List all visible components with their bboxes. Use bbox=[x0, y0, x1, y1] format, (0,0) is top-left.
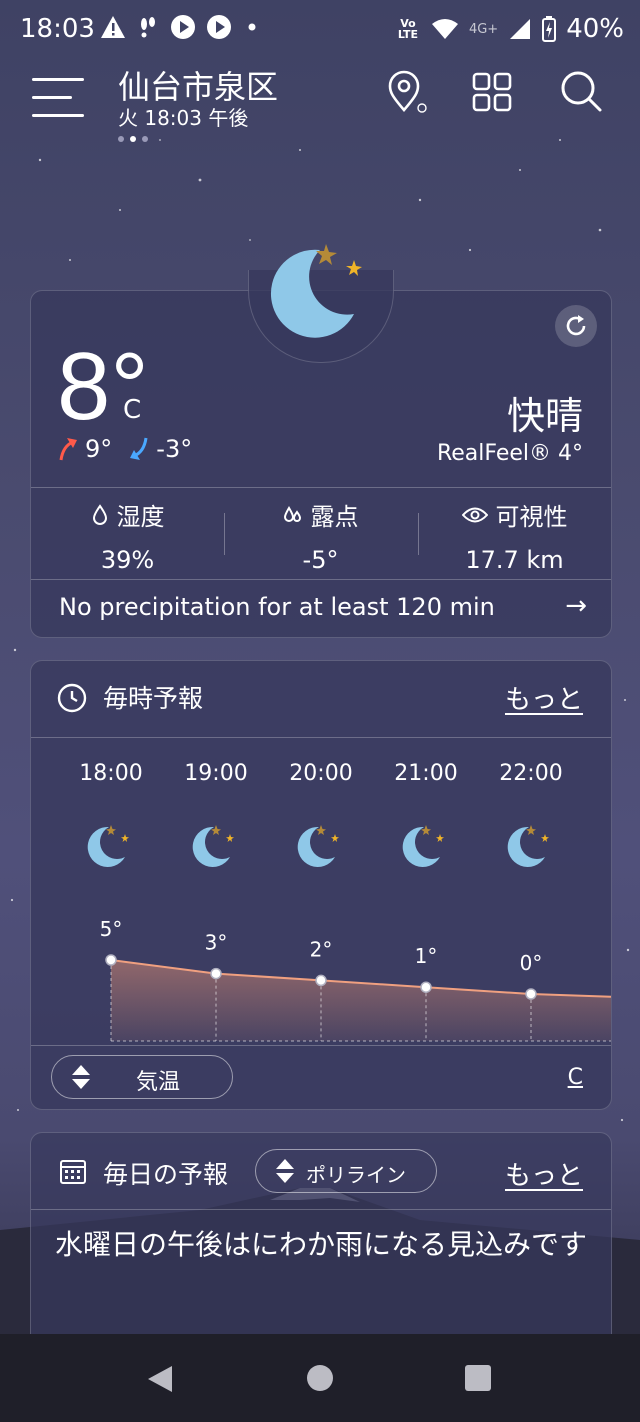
high-arrow-icon bbox=[59, 438, 77, 461]
chart-temp-label: 2° bbox=[310, 937, 333, 961]
status-bar: 18:03 Vo LTE 4G+ 40% bbox=[0, 0, 640, 60]
hamburger-menu-icon[interactable] bbox=[32, 78, 84, 118]
battery-percent: 40% bbox=[566, 14, 624, 44]
hour-time: 19:00 bbox=[184, 761, 248, 786]
back-icon[interactable] bbox=[146, 1364, 174, 1394]
divider bbox=[31, 737, 611, 738]
divider bbox=[31, 579, 611, 580]
dewpoint-value: -5° bbox=[302, 546, 339, 574]
humidity-label: 湿度 bbox=[116, 503, 165, 531]
droplet-icon bbox=[92, 503, 107, 525]
refresh-button[interactable] bbox=[555, 305, 597, 347]
warning-icon bbox=[101, 16, 125, 38]
chart-temp-label: 0° bbox=[520, 951, 543, 975]
recents-icon[interactable] bbox=[464, 1364, 492, 1392]
divider bbox=[31, 1209, 611, 1210]
chart-type-toggle[interactable]: 気温 bbox=[51, 1055, 233, 1099]
location-time: 火 18:03 午後 bbox=[118, 106, 249, 130]
humidity-value: 39% bbox=[100, 546, 155, 574]
clear-night-icon bbox=[402, 825, 444, 867]
daily-title: 毎日の予報 bbox=[103, 1160, 229, 1189]
system-icons: Vo LTE 4G+ 40% bbox=[395, 14, 624, 44]
wifi-icon bbox=[431, 19, 458, 39]
notification-icons bbox=[100, 14, 262, 40]
clear-night-icon bbox=[192, 825, 234, 867]
hour-time: 22:00 bbox=[499, 761, 563, 786]
location-pin-icon[interactable] bbox=[382, 68, 430, 116]
search-icon[interactable] bbox=[558, 68, 606, 116]
clear-night-icon bbox=[297, 825, 339, 867]
chart-point bbox=[525, 988, 537, 1000]
sort-updown-icon bbox=[72, 1065, 90, 1089]
system-nav-bar bbox=[0, 1334, 640, 1422]
precipitation-message[interactable]: No precipitation for at least 120 min bbox=[59, 593, 495, 621]
volte-label: Vo LTE bbox=[397, 17, 419, 41]
page-dot-active bbox=[130, 136, 136, 142]
refresh-icon bbox=[566, 315, 586, 336]
grid-view-icon[interactable] bbox=[468, 68, 516, 116]
page-dot bbox=[142, 136, 148, 142]
dewpoint-icon bbox=[283, 505, 301, 522]
calendar-icon bbox=[60, 1160, 86, 1184]
dewpoint-label: 露点 bbox=[310, 503, 359, 531]
clock-icon bbox=[57, 683, 87, 713]
divider bbox=[31, 487, 611, 488]
temperature-unit: C bbox=[123, 395, 142, 425]
unit-toggle[interactable]: C bbox=[568, 1065, 583, 1090]
status-time: 18:03 bbox=[20, 14, 95, 44]
daily-chart-toggle[interactable]: ポリライン bbox=[255, 1149, 437, 1193]
visibility-label: 可視性 bbox=[495, 503, 568, 531]
page-indicator bbox=[118, 136, 148, 142]
chart-point bbox=[210, 967, 222, 980]
hour-time: 20:00 bbox=[289, 761, 353, 786]
sort-updown-icon bbox=[276, 1159, 294, 1183]
dot-icon bbox=[248, 23, 256, 31]
clear-night-icon bbox=[270, 244, 362, 338]
play-icon bbox=[171, 15, 195, 39]
high-temp: 9° bbox=[85, 435, 113, 463]
dewpoint-stat: 露点 -5° bbox=[224, 497, 417, 574]
daily-summary: 水曜日の午後はにわか雨になる見込みです bbox=[54, 1228, 587, 1261]
footprint-icon bbox=[141, 17, 155, 38]
hourly-more-link[interactable]: もっと bbox=[505, 679, 583, 716]
visibility-stat: 可視性 17.7 km bbox=[418, 497, 611, 574]
chart-temp-label: 1° bbox=[415, 944, 438, 968]
chart-point bbox=[315, 974, 327, 987]
chart-point bbox=[420, 981, 432, 993]
hourly-title: 毎時予報 bbox=[103, 684, 204, 713]
weather-condition: 快晴 bbox=[506, 394, 583, 438]
daily-more-link[interactable]: もっと bbox=[505, 1155, 583, 1192]
battery-charging-icon bbox=[542, 16, 557, 42]
hourly-forecast-card: 毎時予報 もっと 18:00 19:00 20:00 21:00 22:00 5° 3° 2… bbox=[30, 660, 612, 1110]
arrow-right-icon[interactable]: → bbox=[565, 591, 587, 621]
hour-time: 21:00 bbox=[394, 761, 458, 786]
eye-icon bbox=[461, 507, 488, 522]
page-dot bbox=[118, 136, 124, 142]
chart-type-label: 気温 bbox=[136, 1070, 181, 1095]
app-header: 仙台市泉区 火 18:03 午後 bbox=[0, 60, 640, 150]
clear-night-icon bbox=[87, 825, 129, 867]
home-icon[interactable] bbox=[306, 1364, 334, 1392]
hour-time: 18:00 bbox=[79, 761, 143, 786]
divider bbox=[31, 1045, 611, 1046]
low-arrow-icon bbox=[130, 437, 148, 460]
visibility-value: 17.7 km bbox=[465, 546, 564, 574]
clear-night-icon bbox=[507, 825, 549, 867]
high-low: 9° -3° bbox=[57, 435, 192, 463]
chart-temp-label: 3° bbox=[205, 931, 228, 955]
network-label: 4G+ bbox=[468, 21, 499, 37]
realfeel-temp: RealFeel® 4° bbox=[436, 441, 583, 466]
signal-icon bbox=[510, 19, 531, 39]
chart-point bbox=[105, 954, 117, 966]
play-icon-2 bbox=[207, 15, 231, 39]
chart-temp-label: 5° bbox=[100, 917, 123, 941]
hourly-temperature-chart: 5° 3° 2° 1° 0° bbox=[100, 917, 611, 1042]
daily-chart-label: ポリライン bbox=[306, 1163, 406, 1187]
humidity-stat: 湿度 39% bbox=[31, 497, 224, 574]
low-temp: -3° bbox=[156, 435, 193, 463]
